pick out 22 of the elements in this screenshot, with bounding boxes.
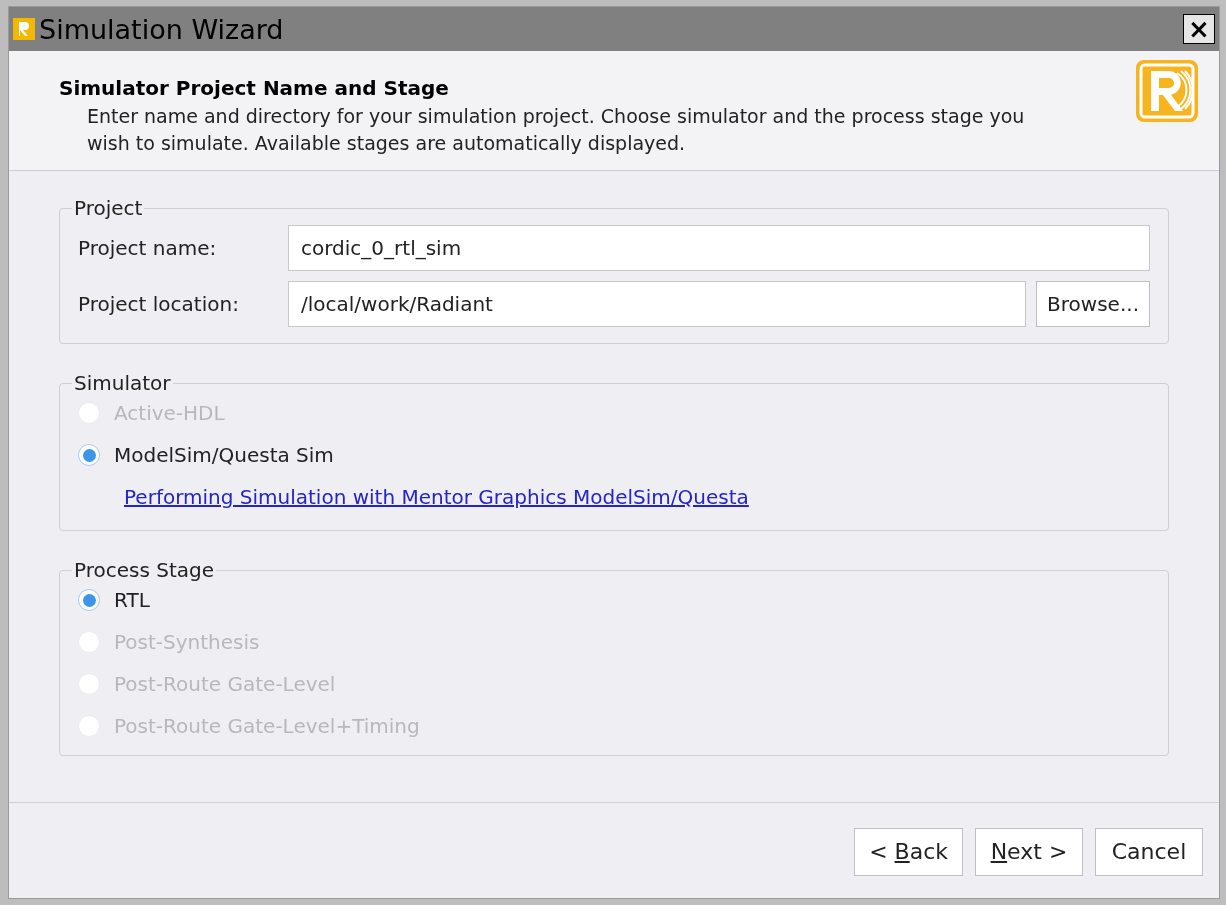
group-legend: Simulator: [72, 368, 173, 398]
radio-button[interactable]: [78, 444, 100, 466]
browse-button[interactable]: Browse...: [1036, 281, 1150, 327]
project-location-field[interactable]: /local/work/Radiant: [288, 281, 1027, 327]
next-button[interactable]: Next >: [975, 827, 1083, 876]
option-label: RTL: [114, 587, 150, 614]
radio-button[interactable]: [78, 589, 100, 611]
project-name-field[interactable]: cordic_0_rtl_sim: [288, 225, 1150, 271]
field-label: Project name:: [78, 235, 218, 262]
group-legend: Process Stage: [72, 555, 217, 585]
option-label: ModelSim/Questa Sim: [114, 442, 334, 469]
cancel-button[interactable]: Cancel: [1095, 827, 1203, 876]
window-title: Simulation Wizard: [39, 15, 284, 43]
help-link[interactable]: Performing Simulation with Mentor Graphics ModelSim/Questa: [124, 482, 749, 512]
back-button[interactable]: < Back: [854, 827, 963, 876]
page-description: Enter name and directory for your simulation project. Choose simulator and the process stage you wish to simulate. Available stages are automatically displayed.: [86, 104, 1026, 156]
app-logo-icon: [13, 18, 35, 40]
close-button[interactable]: ×: [1183, 14, 1215, 44]
page-heading: Simulator Project Name and Stage: [59, 75, 450, 102]
logo-icon: [1135, 59, 1199, 123]
field-label: Project location:: [78, 291, 240, 318]
group-legend: Project: [72, 193, 145, 223]
